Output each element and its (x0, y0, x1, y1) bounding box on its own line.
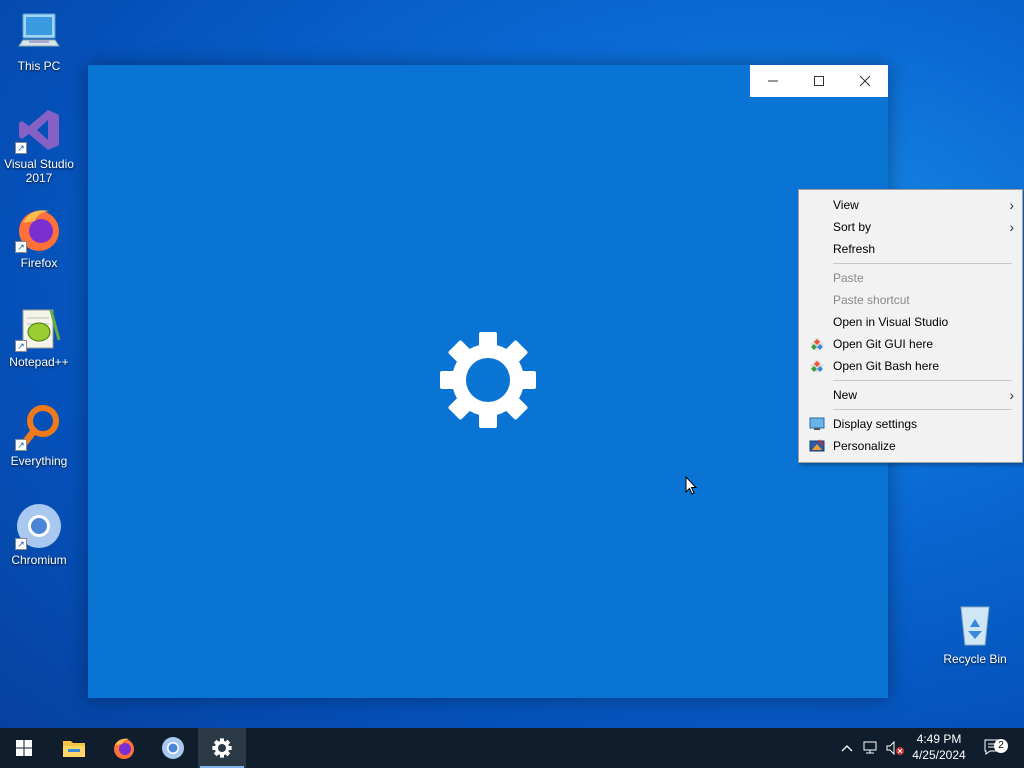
shortcut-arrow-icon: ↗ (15, 439, 27, 451)
menu-separator (833, 263, 1012, 264)
close-button[interactable] (842, 65, 888, 97)
firefox-icon (114, 738, 134, 759)
menu-item-label: View (833, 198, 859, 212)
chevron-right-icon: › (1009, 387, 1014, 403)
chevron-right-icon: › (1009, 219, 1014, 235)
chevron-up-icon (841, 745, 853, 752)
volume-muted-icon (886, 741, 904, 755)
notification-count-badge: 2 (994, 739, 1008, 753)
clock-date: 4/25/2024 (912, 748, 966, 762)
menu-item-label: New (833, 388, 858, 402)
shortcut-arrow-icon: ↗ (15, 241, 27, 253)
desktop-icon-this-pc[interactable]: This PC (1, 8, 77, 73)
chromium-icon (162, 737, 184, 759)
desktop-icon-visual-studio[interactable]: ↗ Visual Studio 2017 (1, 106, 77, 185)
notepadpp-icon: ↗ (15, 304, 63, 352)
menu-item-label: Personalize (833, 439, 896, 453)
menu-item-paste-shortcut: Paste shortcut (799, 289, 1022, 311)
menu-item-new[interactable]: New › (799, 384, 1022, 406)
firefox-icon: ↗ (15, 205, 63, 253)
menu-item-personalize[interactable]: Personalize (799, 435, 1022, 457)
taskbar-chromium[interactable] (149, 728, 197, 768)
desktop-icon-recycle-bin[interactable]: Recycle Bin (937, 601, 1013, 666)
desktop-icon-label: Visual Studio 2017 (4, 157, 74, 185)
menu-item-sort-by[interactable]: Sort by › (799, 216, 1022, 238)
display-icon (809, 417, 825, 430)
chevron-right-icon: › (1009, 197, 1014, 213)
close-icon (859, 75, 871, 87)
menu-item-label: Open Git Bash here (833, 359, 940, 373)
desktop-icon-label: Notepad++ (9, 355, 69, 369)
settings-icon (212, 738, 232, 758)
desktop-icon-label: Recycle Bin (943, 652, 1007, 666)
menu-item-open-git-bash[interactable]: Open Git Bash here (799, 355, 1022, 377)
desktop-icon-everything[interactable]: ↗ Everything (1, 403, 77, 468)
menu-item-open-git-gui[interactable]: Open Git GUI here (799, 333, 1022, 355)
desktop-icon-label: Chromium (11, 553, 67, 567)
this-pc-icon (15, 8, 63, 56)
menu-item-label: Refresh (833, 242, 876, 256)
mouse-pointer-icon (685, 476, 697, 495)
recycle-bin-icon (951, 601, 999, 649)
git-icon (810, 359, 824, 373)
desktop-context-menu: View › Sort by › Refresh Paste Paste sho… (798, 189, 1023, 463)
maximize-button[interactable] (796, 65, 842, 97)
menu-item-label: Paste (833, 271, 864, 285)
everything-icon: ↗ (15, 403, 63, 451)
taskbar-firefox[interactable] (100, 728, 148, 768)
minimize-button[interactable] (750, 65, 796, 97)
git-icon (810, 337, 824, 351)
desktop-icon-label: Everything (10, 454, 68, 468)
taskbar: 4:49 PM 4/25/2024 2 (0, 728, 1024, 768)
desktop-icon-chromium[interactable]: ↗ Chromium (1, 502, 77, 567)
menu-item-label: Open Git GUI here (833, 337, 934, 351)
menu-item-display-settings[interactable]: Display settings (799, 413, 1022, 435)
taskbar-clock[interactable]: 4:49 PM 4/25/2024 (905, 728, 973, 768)
minimize-icon (768, 80, 778, 82)
network-button[interactable] (860, 728, 882, 768)
file-explorer-icon (63, 741, 85, 757)
chromium-icon: ↗ (15, 502, 63, 550)
menu-separator (833, 409, 1012, 410)
menu-item-paste: Paste (799, 267, 1022, 289)
menu-item-label: Sort by (833, 220, 872, 234)
shortcut-arrow-icon: ↗ (15, 538, 27, 550)
gear-icon (440, 332, 536, 428)
start-icon (16, 740, 32, 756)
menu-item-label: Display settings (833, 417, 918, 431)
menu-item-label: Paste shortcut (833, 293, 910, 307)
menu-item-open-in-visual-studio[interactable]: Open in Visual Studio (799, 311, 1022, 333)
shortcut-arrow-icon: ↗ (15, 340, 27, 352)
desktop-icon-notepadpp[interactable]: ↗ Notepad++ (1, 304, 77, 369)
settings-window[interactable] (88, 65, 888, 698)
personalize-icon (809, 439, 825, 452)
menu-item-label: Open in Visual Studio (833, 315, 949, 329)
window-title-controls (750, 65, 888, 97)
maximize-icon (814, 76, 824, 86)
menu-item-view[interactable]: View › (799, 194, 1022, 216)
taskbar-file-explorer[interactable] (50, 728, 98, 768)
desktop-icon-firefox[interactable]: ↗ Firefox (1, 205, 77, 270)
show-hidden-icons-button[interactable] (838, 728, 856, 768)
menu-item-refresh[interactable]: Refresh (799, 238, 1022, 260)
visual-studio-icon: ↗ (15, 106, 63, 154)
network-icon (863, 741, 877, 754)
volume-button[interactable] (884, 728, 906, 768)
start-button[interactable] (0, 728, 48, 768)
desktop-icon-label: This PC (17, 59, 61, 73)
taskbar-settings[interactable] (198, 728, 246, 768)
shortcut-arrow-icon: ↗ (15, 142, 27, 154)
action-center-button[interactable]: 2 (980, 728, 1008, 768)
menu-separator (833, 380, 1012, 381)
clock-time: 4:49 PM (916, 732, 962, 746)
desktop-icon-label: Firefox (20, 256, 58, 270)
